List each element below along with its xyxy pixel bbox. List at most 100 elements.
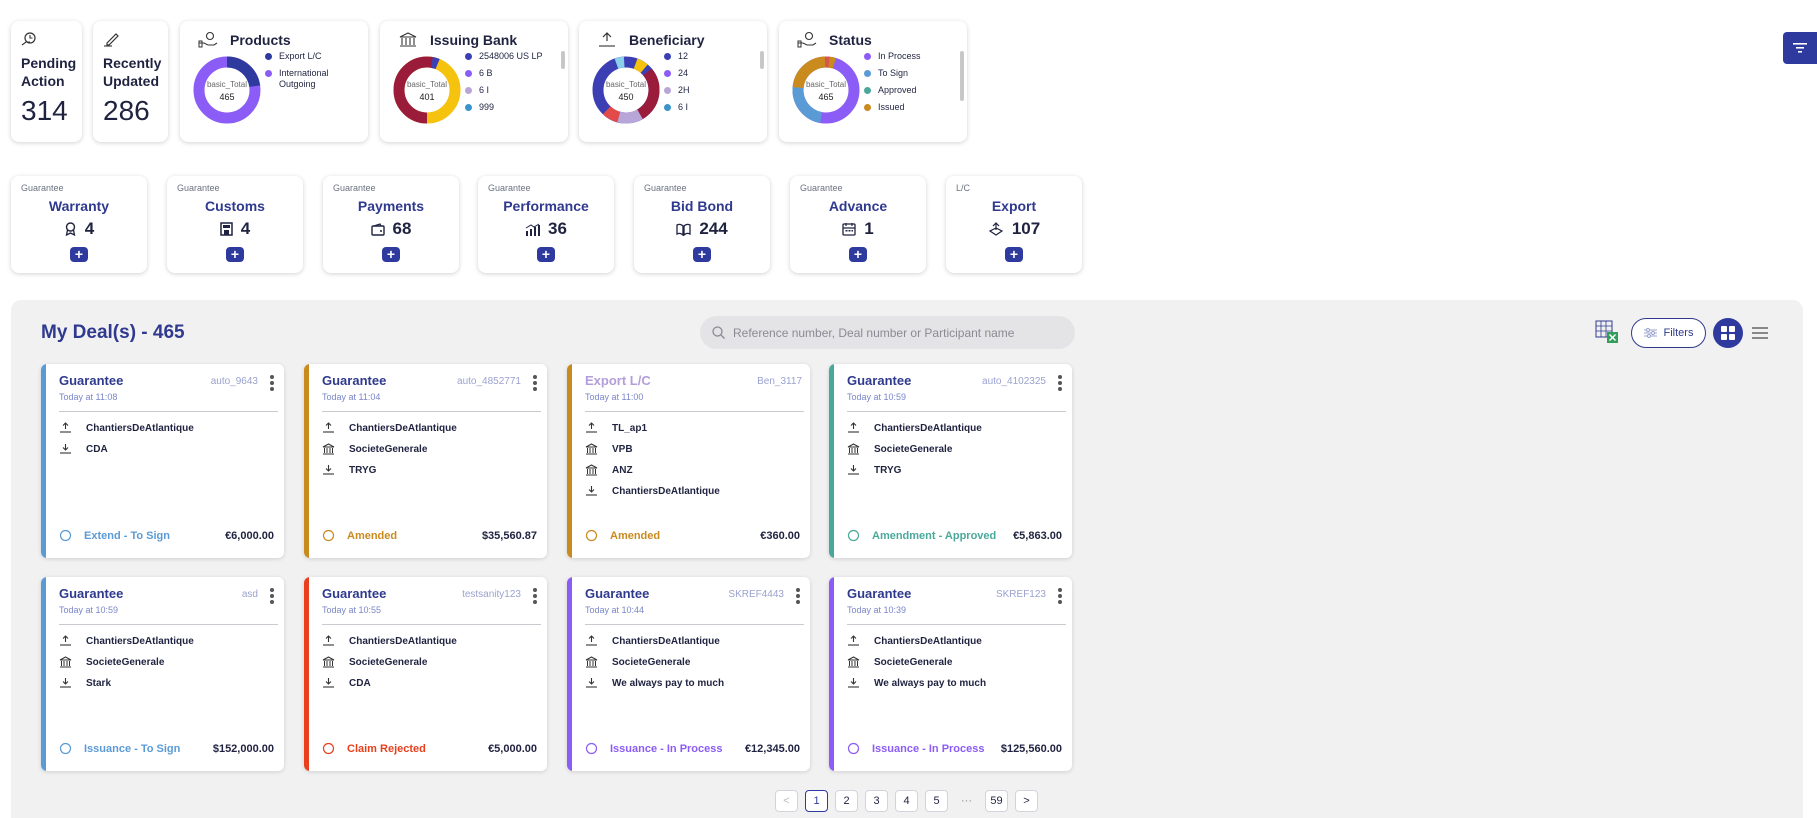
deal-card[interactable]: Guarantee Today at 10:44 SKREF4443 Chantier… — [567, 577, 810, 771]
page-button[interactable]: 1 — [805, 790, 828, 812]
add-warranty-button[interactable]: + — [70, 247, 88, 262]
deals-search[interactable]: Reference number, Deal number or Partici… — [700, 316, 1075, 349]
issuing-bank-chart-card[interactable]: Issuing Bank basic_Total 401 2548006 US … — [380, 21, 568, 142]
deal-card[interactable]: Guarantee Today at 10:59 auto_4102325 Chant… — [829, 364, 1072, 558]
beneficiary-donut[interactable]: basic_Total 450 — [591, 55, 661, 125]
more-options-icon[interactable] — [796, 588, 800, 606]
legend-item[interactable]: 6 I — [465, 85, 555, 96]
status-icon — [59, 742, 72, 755]
upload-hand-icon — [60, 635, 71, 646]
category-count: 107 — [1011, 219, 1041, 238]
deal-participant: VPB — [585, 443, 633, 456]
deal-participant: ChantiersDeAtlantique — [322, 635, 457, 647]
deal-amount: €5,000.00 — [488, 742, 537, 755]
filters-button[interactable]: Filters — [1631, 318, 1706, 348]
legend-scrollbar[interactable] — [760, 51, 764, 69]
legend-item[interactable]: 999 — [465, 102, 555, 113]
legend-scrollbar[interactable] — [960, 51, 964, 101]
legend-item[interactable]: 6 B — [465, 68, 555, 79]
deal-reference: auto_4852771 — [457, 376, 521, 387]
status-center-label: basic_Total — [806, 80, 846, 89]
page-button[interactable]: 4 — [895, 790, 918, 812]
beneficiary-chart-card[interactable]: Beneficiary basic_Total 450 12 24 2H 6 I — [579, 21, 767, 142]
add-bid-bond-button[interactable]: + — [693, 247, 711, 262]
deal-card[interactable]: Export L/C Today at 11:00 Ben_3117 TL_ap1 VP… — [567, 364, 810, 558]
more-options-icon[interactable] — [270, 375, 274, 393]
legend-item[interactable]: 6 I — [664, 102, 754, 113]
category-card-customs[interactable]: Guarantee Customs 4 + — [167, 176, 303, 273]
legend-item[interactable]: International Outgoing — [265, 68, 357, 90]
category-name: Warranty — [48, 198, 110, 214]
more-options-icon[interactable] — [1058, 375, 1062, 393]
category-count: 36 — [548, 219, 567, 238]
legend-item[interactable]: Export L/C — [265, 51, 357, 62]
legend-item[interactable]: 2H — [664, 85, 754, 96]
deal-amount: €5,863.00 — [1013, 529, 1062, 542]
deal-card[interactable]: Guarantee Today at 10:39 SKREF123 Chantiers… — [829, 577, 1072, 771]
category-card-warranty[interactable]: Guarantee Warranty 4 + — [11, 176, 147, 273]
page-button[interactable]: 59 — [985, 790, 1008, 812]
legend-item[interactable]: 2548006 US LP — [465, 51, 555, 62]
legend-item[interactable]: Issued — [864, 102, 954, 113]
deal-reference: auto_4102325 — [982, 376, 1046, 387]
category-card-performance[interactable]: Guarantee Performance 36 + — [478, 176, 614, 273]
deal-card[interactable]: Guarantee Today at 10:55 testsanity123 Chan… — [304, 577, 547, 771]
category-card-advance[interactable]: Guarantee Advance 1 + — [790, 176, 926, 273]
prev-page-button[interactable]: < — [775, 790, 798, 812]
add-export-button[interactable]: + — [1005, 247, 1023, 262]
deal-status: Claim Rejected — [347, 742, 426, 755]
products-donut[interactable]: basic_Total 465 — [192, 55, 262, 125]
issuing-bank-donut[interactable]: basic_Total 401 — [392, 55, 462, 125]
category-name: Advance — [828, 198, 888, 214]
deal-card[interactable]: Guarantee Today at 11:04 auto_4852771 Chant… — [304, 364, 547, 558]
list-view-button[interactable] — [1749, 320, 1771, 346]
pending-label-2: Action — [21, 73, 65, 89]
deal-participant: ANZ — [585, 464, 633, 477]
add-performance-button[interactable]: + — [537, 247, 555, 262]
add-payments-button[interactable]: + — [382, 247, 400, 262]
page-button[interactable]: 5 — [925, 790, 948, 812]
category-card-export[interactable]: L/C Export 107 + — [946, 176, 1082, 273]
more-options-icon[interactable] — [1058, 588, 1062, 606]
add-advance-button[interactable]: + — [849, 247, 867, 262]
next-page-button[interactable]: > — [1015, 790, 1038, 812]
deal-reference: SKREF4443 — [728, 589, 784, 600]
deal-card[interactable]: Guarantee Today at 10:59 asd ChantiersDeAtl… — [41, 577, 284, 771]
deal-card[interactable]: Guarantee Today at 11:08 auto_9643 Chantier… — [41, 364, 284, 558]
page-button[interactable]: 2 — [835, 790, 858, 812]
legend-item[interactable]: 12 — [664, 51, 754, 62]
more-options-icon[interactable] — [533, 588, 537, 606]
status-icon — [847, 529, 860, 542]
deal-type: Guarantee — [585, 586, 650, 601]
legend-item[interactable]: Approved — [864, 85, 954, 96]
legend-item[interactable]: 24 — [664, 68, 754, 79]
category-card-bid-bond[interactable]: Guarantee Bid Bond 244 + — [634, 176, 770, 273]
category-card-payments[interactable]: Guarantee Payments 68 + — [323, 176, 459, 273]
page-ellipsis[interactable]: ··· — [955, 790, 978, 812]
excel-export-icon[interactable] — [1595, 320, 1619, 344]
top-filter-button[interactable] — [1783, 32, 1817, 64]
bank-icon — [59, 656, 72, 668]
more-options-icon[interactable] — [270, 588, 274, 606]
calendar-icon — [842, 223, 856, 236]
more-options-icon[interactable] — [533, 375, 537, 393]
category-type: Guarantee — [800, 183, 843, 193]
bank-icon — [585, 656, 598, 668]
recent-label-1: Recently — [103, 55, 162, 71]
legend-item[interactable]: In Process — [864, 51, 954, 62]
pending-action-card[interactable]: Pending Action 314 — [11, 21, 82, 142]
status-chart-card[interactable]: Status basic_Total 465 In Process To Sig… — [779, 21, 967, 142]
products-chart-card[interactable]: Products basic_Total 465 Export L/C Inte… — [180, 21, 368, 142]
page-button[interactable]: 3 — [865, 790, 888, 812]
grid-view-button[interactable] — [1713, 318, 1743, 348]
deal-time: Today at 11:00 — [585, 392, 644, 402]
add-customs-button[interactable]: + — [226, 247, 244, 262]
bank-icon — [399, 32, 417, 47]
recently-updated-card[interactable]: Recently Updated 286 — [93, 21, 168, 142]
status-donut[interactable]: basic_Total 465 — [791, 55, 861, 125]
bank-icon — [847, 656, 860, 668]
products-center-label: basic_Total — [207, 80, 247, 89]
legend-scrollbar[interactable] — [561, 51, 565, 69]
legend-item[interactable]: To Sign — [864, 68, 954, 79]
category-count: 68 — [392, 219, 412, 238]
